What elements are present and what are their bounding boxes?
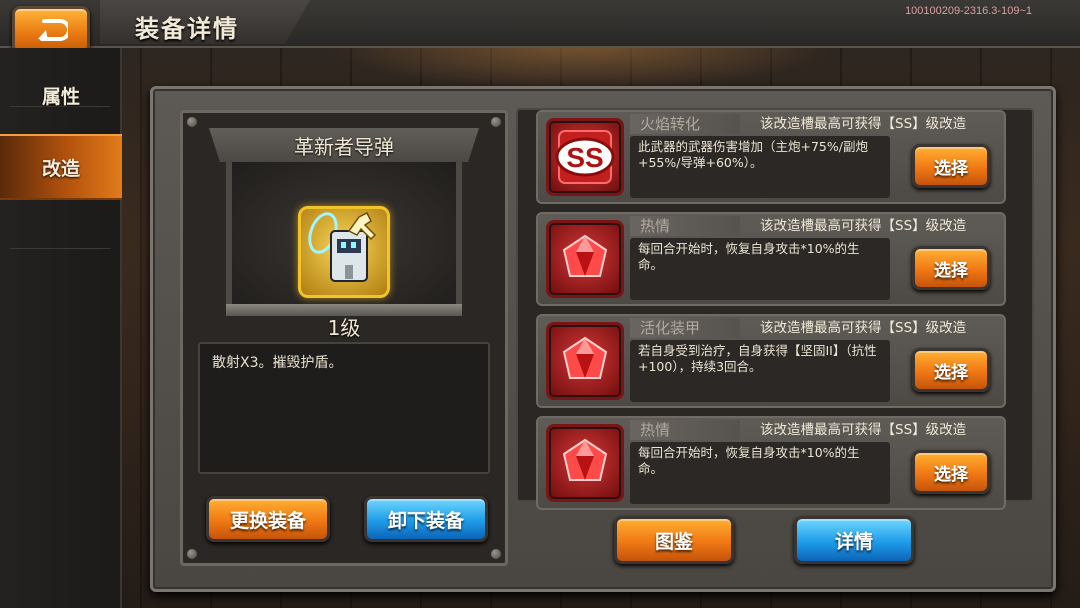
mod-cap-text: 该改造槽最高可获得【SS】级改造 [760, 422, 967, 438]
mod-name: 热情 [630, 216, 740, 236]
mod-slot-row: 热情 该改造槽最高可获得【SS】级改造 每回合开始时，恢复自身攻击*10%的生命… [536, 416, 1006, 510]
mod-cap-text: 该改造槽最高可获得【SS】级改造 [760, 218, 967, 234]
select-button[interactable]: 选择 [912, 348, 990, 392]
mod-cap-text: 该改造槽最高可获得【SS】级改造 [760, 320, 967, 336]
sidebar-item-attributes[interactable]: 属性 [0, 62, 122, 128]
codex-button[interactable]: 图鉴 [614, 516, 734, 564]
equipment-name: 革新者导弹 [209, 128, 479, 162]
rivet [491, 549, 501, 559]
mod-description: 每回合开始时，恢复自身攻击*10%的生命。 [630, 442, 890, 504]
mod-description: 此武器的武器伤害增加（主炮+75%/副炮+55%/导弹+60%）。 [630, 136, 890, 198]
red-gem-icon [546, 424, 624, 502]
select-button[interactable]: 选择 [912, 450, 990, 494]
red-gem-icon [546, 220, 624, 298]
back-arrow-icon [38, 19, 68, 41]
mod-cap-text: 该改造槽最高可获得【SS】级改造 [760, 116, 967, 132]
mod-description: 若自身受到治疗，自身获得【坚固II】（抗性+100），持续3回合。 [630, 340, 890, 402]
mod-slot-row: 热情 该改造槽最高可获得【SS】级改造 每回合开始时，恢复自身攻击*10%的生命… [536, 212, 1006, 306]
mod-name: 火焰转化 [630, 114, 740, 134]
mod-slot-row: 活化装甲 该改造槽最高可获得【SS】级改造 若自身受到治疗，自身获得【坚固II】… [536, 314, 1006, 408]
red-gem-icon [546, 322, 624, 400]
ss-badge-text: SS [566, 142, 603, 173]
mod-slot-row: SS 火焰转化 该改造槽最高可获得【SS】级改造 此武器的武器伤害增加（主炮+7… [536, 110, 1006, 204]
mod-name: 活化装甲 [630, 318, 740, 338]
missile-launcher-icon[interactable] [298, 206, 390, 298]
sidebar-divider [10, 248, 110, 249]
rivet [491, 117, 501, 127]
replace-equipment-button[interactable]: 更换装备 [206, 496, 330, 542]
equipment-description: 散射X3。摧毁护盾。 [198, 342, 490, 474]
sidebar [0, 48, 122, 608]
select-button[interactable]: 选择 [912, 144, 990, 188]
unequip-button[interactable]: 卸下装备 [364, 496, 488, 542]
sidebar-item-modification[interactable]: 改造 [0, 134, 122, 200]
ss-badge-icon: SS [546, 118, 624, 196]
equipment-level: 1级 [327, 316, 361, 340]
mod-description: 每回合开始时，恢复自身攻击*10%的生命。 [630, 238, 890, 300]
mod-name: 热情 [630, 420, 740, 440]
rivet [187, 117, 197, 127]
select-button[interactable]: 选择 [912, 246, 990, 290]
version-label: 100100209-2316.3-109~1 [905, 5, 1032, 17]
details-button[interactable]: 详情 [794, 516, 914, 564]
rivet [187, 549, 197, 559]
back-button[interactable] [12, 6, 90, 54]
page-title: 装备详情 [135, 16, 239, 43]
